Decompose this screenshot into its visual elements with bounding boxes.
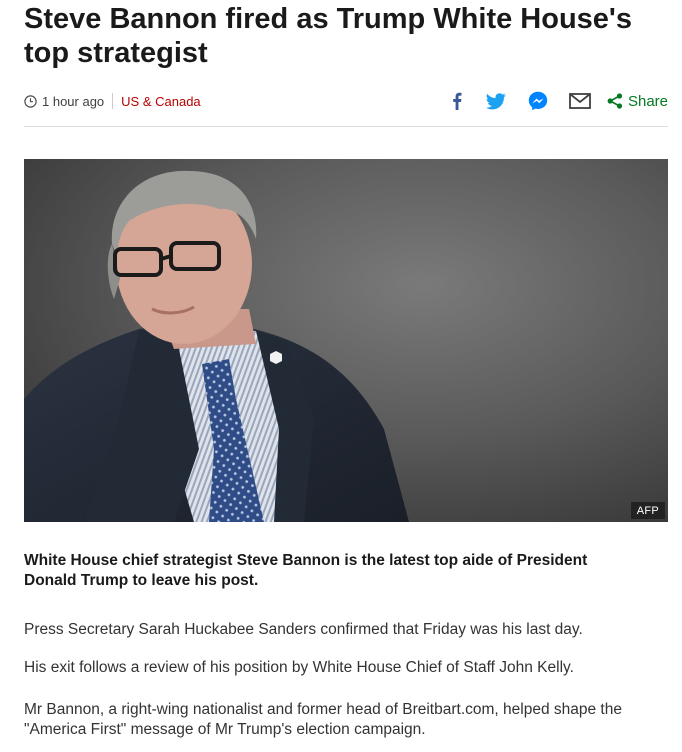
clock-icon — [24, 94, 37, 108]
divider — [24, 126, 668, 127]
twitter-icon[interactable] — [485, 92, 506, 110]
article-paragraph: Mr Bannon, a right-wing nationalist and … — [24, 701, 622, 738]
article-paragraph: His exit follows a review of his positio… — [24, 659, 574, 676]
share-tools: Share — [452, 88, 668, 114]
article-intro: White House chief strategist Steve Banno… — [24, 552, 588, 589]
article-image: AFP — [24, 159, 668, 522]
messenger-icon[interactable] — [528, 91, 548, 111]
share-icon — [607, 93, 623, 109]
facebook-icon[interactable] — [452, 92, 462, 110]
share-label: Share — [627, 92, 668, 110]
article-headline: Steve Bannon fired as Trump White House'… — [24, 3, 632, 69]
timestamp: 1 hour ago — [42, 93, 105, 109]
section-link[interactable]: US & Canada — [121, 94, 201, 109]
article-paragraph: Press Secretary Sarah Huckabee Sanders c… — [24, 621, 583, 638]
share-button[interactable]: Share — [607, 93, 668, 110]
photo-illustration — [24, 159, 668, 522]
meta-divider — [112, 93, 114, 109]
article-meta: 1 hour ago US & Canada Share — [24, 88, 668, 114]
email-icon[interactable] — [569, 93, 591, 109]
image-credit: AFP — [630, 502, 665, 519]
